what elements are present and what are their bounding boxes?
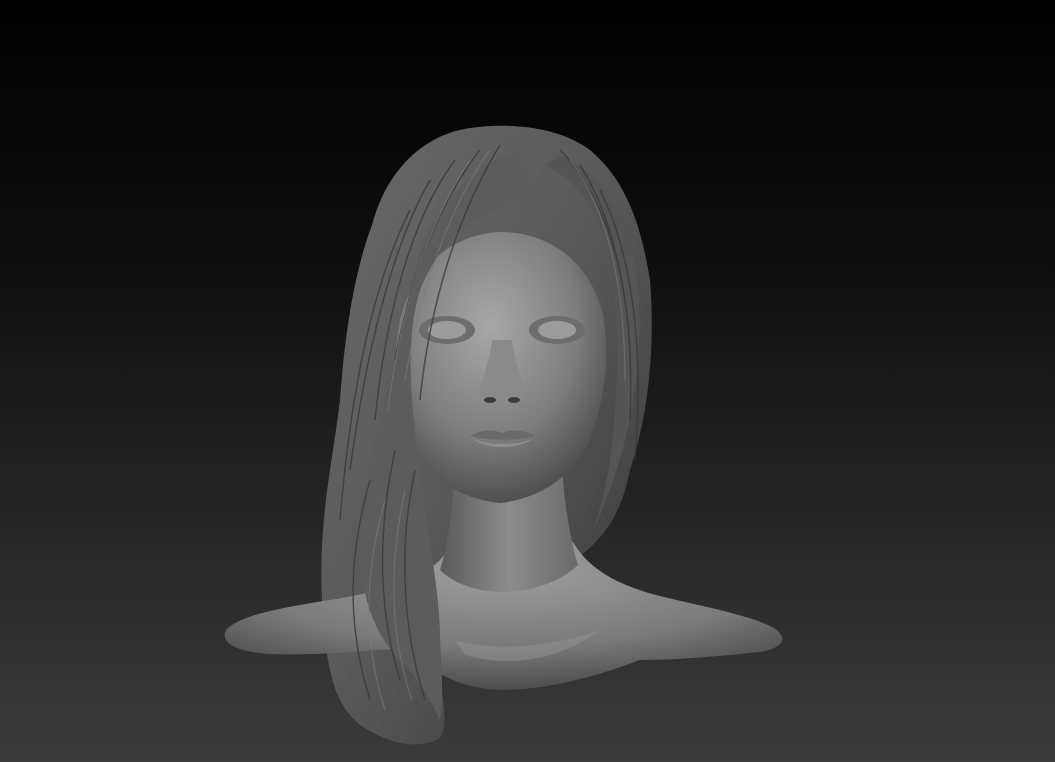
right-eyeball (538, 321, 576, 339)
left-eyeball (428, 321, 466, 339)
nostril-left (484, 397, 496, 403)
viewport-canvas[interactable] (0, 0, 1055, 762)
sculpt-viewport[interactable] (0, 0, 1055, 762)
nostril-right (508, 397, 520, 403)
